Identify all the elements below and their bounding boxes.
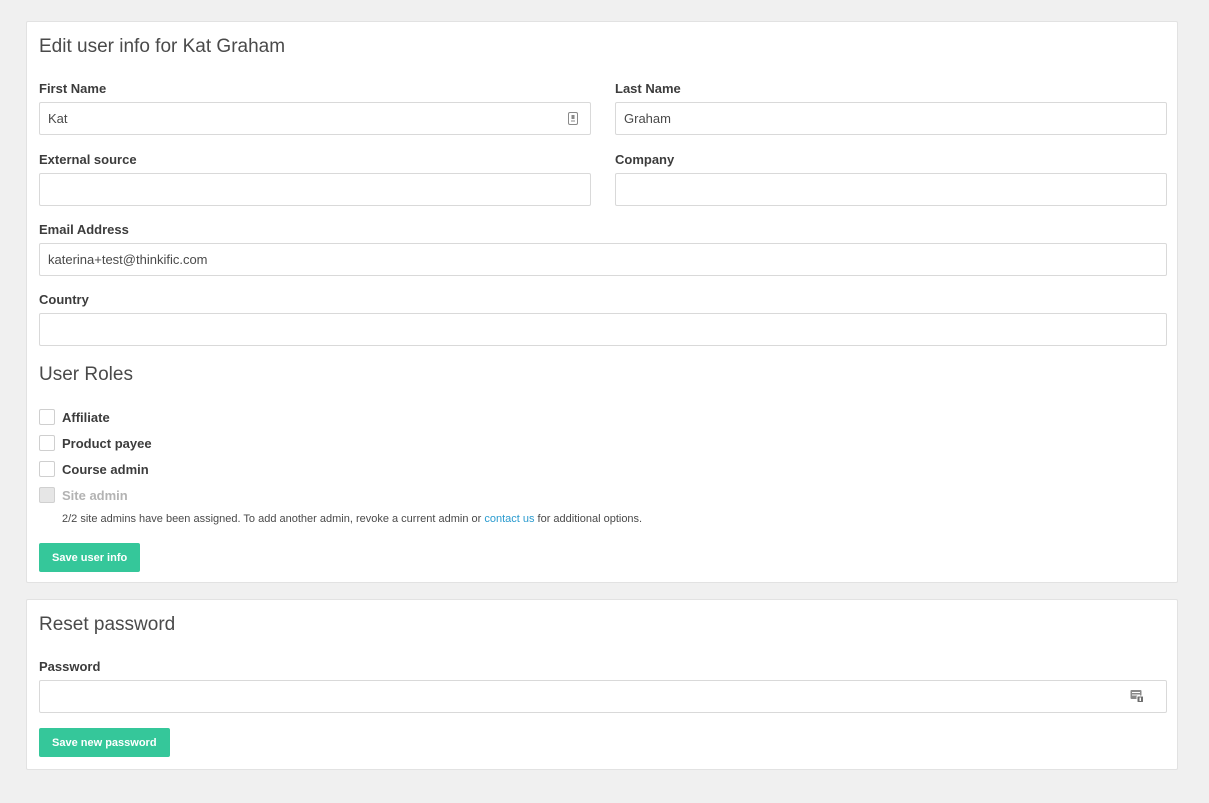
edit-user-title: Edit user info for Kat Graham	[39, 36, 286, 57]
contact-us-link[interactable]: contact us	[484, 513, 534, 525]
product-payee-checkbox[interactable]	[39, 435, 55, 451]
external-source-label: External source	[39, 152, 137, 167]
country-input[interactable]	[39, 313, 1167, 346]
last-name-input[interactable]	[615, 102, 1167, 135]
reset-password-card: Reset password Password Save new passwor…	[26, 599, 1178, 770]
contact-card-icon[interactable]	[565, 110, 581, 126]
reset-password-title: Reset password	[39, 614, 176, 635]
course-admin-label[interactable]: Course admin	[62, 462, 149, 477]
course-admin-checkbox[interactable]	[39, 461, 55, 477]
affiliate-checkbox[interactable]	[39, 409, 55, 425]
external-source-input[interactable]	[39, 173, 591, 206]
company-label: Company	[615, 152, 675, 167]
help-text-before: 2/2 site admins have been assigned. To a…	[62, 513, 485, 525]
help-text-after: for additional options.	[534, 513, 643, 525]
role-site-admin: Site admin	[39, 486, 128, 504]
site-admin-label: Site admin	[62, 487, 128, 503]
first-name-label: First Name	[39, 81, 107, 96]
edit-user-card: Edit user info for Kat Graham First Name…	[26, 21, 1178, 583]
user-roles-title: User Roles	[39, 364, 133, 385]
affiliate-label[interactable]: Affiliate	[62, 410, 110, 425]
last-name-label: Last Name	[615, 81, 681, 96]
email-input[interactable]	[39, 243, 1167, 276]
role-product-payee[interactable]: Product payee	[39, 434, 152, 452]
first-name-input[interactable]	[39, 102, 591, 135]
site-admin-help-text: 2/2 site admins have been assigned. To a…	[62, 513, 642, 525]
company-input[interactable]	[615, 173, 1167, 206]
email-label: Email Address	[39, 222, 129, 237]
save-user-info-button[interactable]: Save user info	[39, 543, 141, 572]
role-affiliate[interactable]: Affiliate	[39, 408, 110, 426]
password-label: Password	[39, 659, 101, 674]
country-label: Country	[39, 292, 89, 307]
password-manager-icon[interactable]	[1129, 688, 1145, 704]
password-input[interactable]	[39, 680, 1167, 713]
site-admin-checkbox	[39, 487, 55, 503]
role-course-admin[interactable]: Course admin	[39, 460, 149, 478]
save-new-password-button[interactable]: Save new password	[39, 728, 170, 757]
product-payee-label[interactable]: Product payee	[62, 436, 152, 451]
